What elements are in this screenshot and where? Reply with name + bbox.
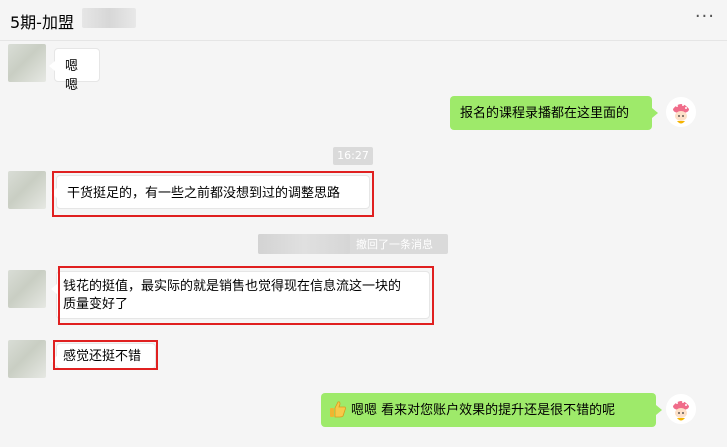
timestamp: 16:27 (333, 147, 373, 165)
message-bubble-outgoing[interactable]: 嗯嗯 看来对您账户效果的提升还是很不错的呢 (321, 393, 662, 427)
chat-header: 5期-加盟 ··· (0, 0, 727, 41)
message-bubble-incoming[interactable]: 嗯嗯 (49, 48, 100, 93)
chat-area: 嗯嗯 报名的课程录播都在这里面的 16:27 干货挺足的，有一些之前都没想到过的… (0, 41, 727, 447)
blurred-name (258, 234, 350, 254)
message-bubble-outgoing[interactable]: 报名的课程录播都在这里面的 (450, 96, 658, 130)
contact-avatar[interactable] (8, 340, 46, 378)
message-bubble-incoming[interactable]: 干货挺足的，有一些之前都没想到过的调整思路 (51, 175, 370, 209)
contact-avatar[interactable] (8, 44, 46, 82)
contact-avatar[interactable] (8, 270, 46, 308)
message-bubble-incoming[interactable]: 感觉还挺不错 (51, 343, 156, 369)
recall-notice: 撤回了一条消息 (258, 234, 448, 254)
recall-text: 撤回了一条消息 (356, 238, 433, 251)
blurred-name (82, 8, 136, 28)
strawberry-girl-avatar-icon[interactable] (666, 394, 696, 424)
more-options-icon[interactable]: ··· (695, 6, 715, 27)
message-bubble-incoming[interactable]: 钱花的挺值，最实际的就是销售也觉得现在信息流这一块的 质量变好了 (51, 271, 430, 319)
strawberry-girl-avatar-icon[interactable] (666, 97, 696, 127)
message-line: 钱花的挺值，最实际的就是销售也觉得现在信息流这一块的 (63, 279, 402, 294)
message-text: 嗯嗯 看来对您账户效果的提升还是很不错的呢 (351, 403, 616, 418)
thumbs-up-icon (329, 400, 347, 418)
chat-title[interactable]: 5期-加盟 (10, 9, 74, 33)
contact-avatar[interactable] (8, 171, 46, 209)
message-line: 质量变好了 (63, 297, 129, 312)
